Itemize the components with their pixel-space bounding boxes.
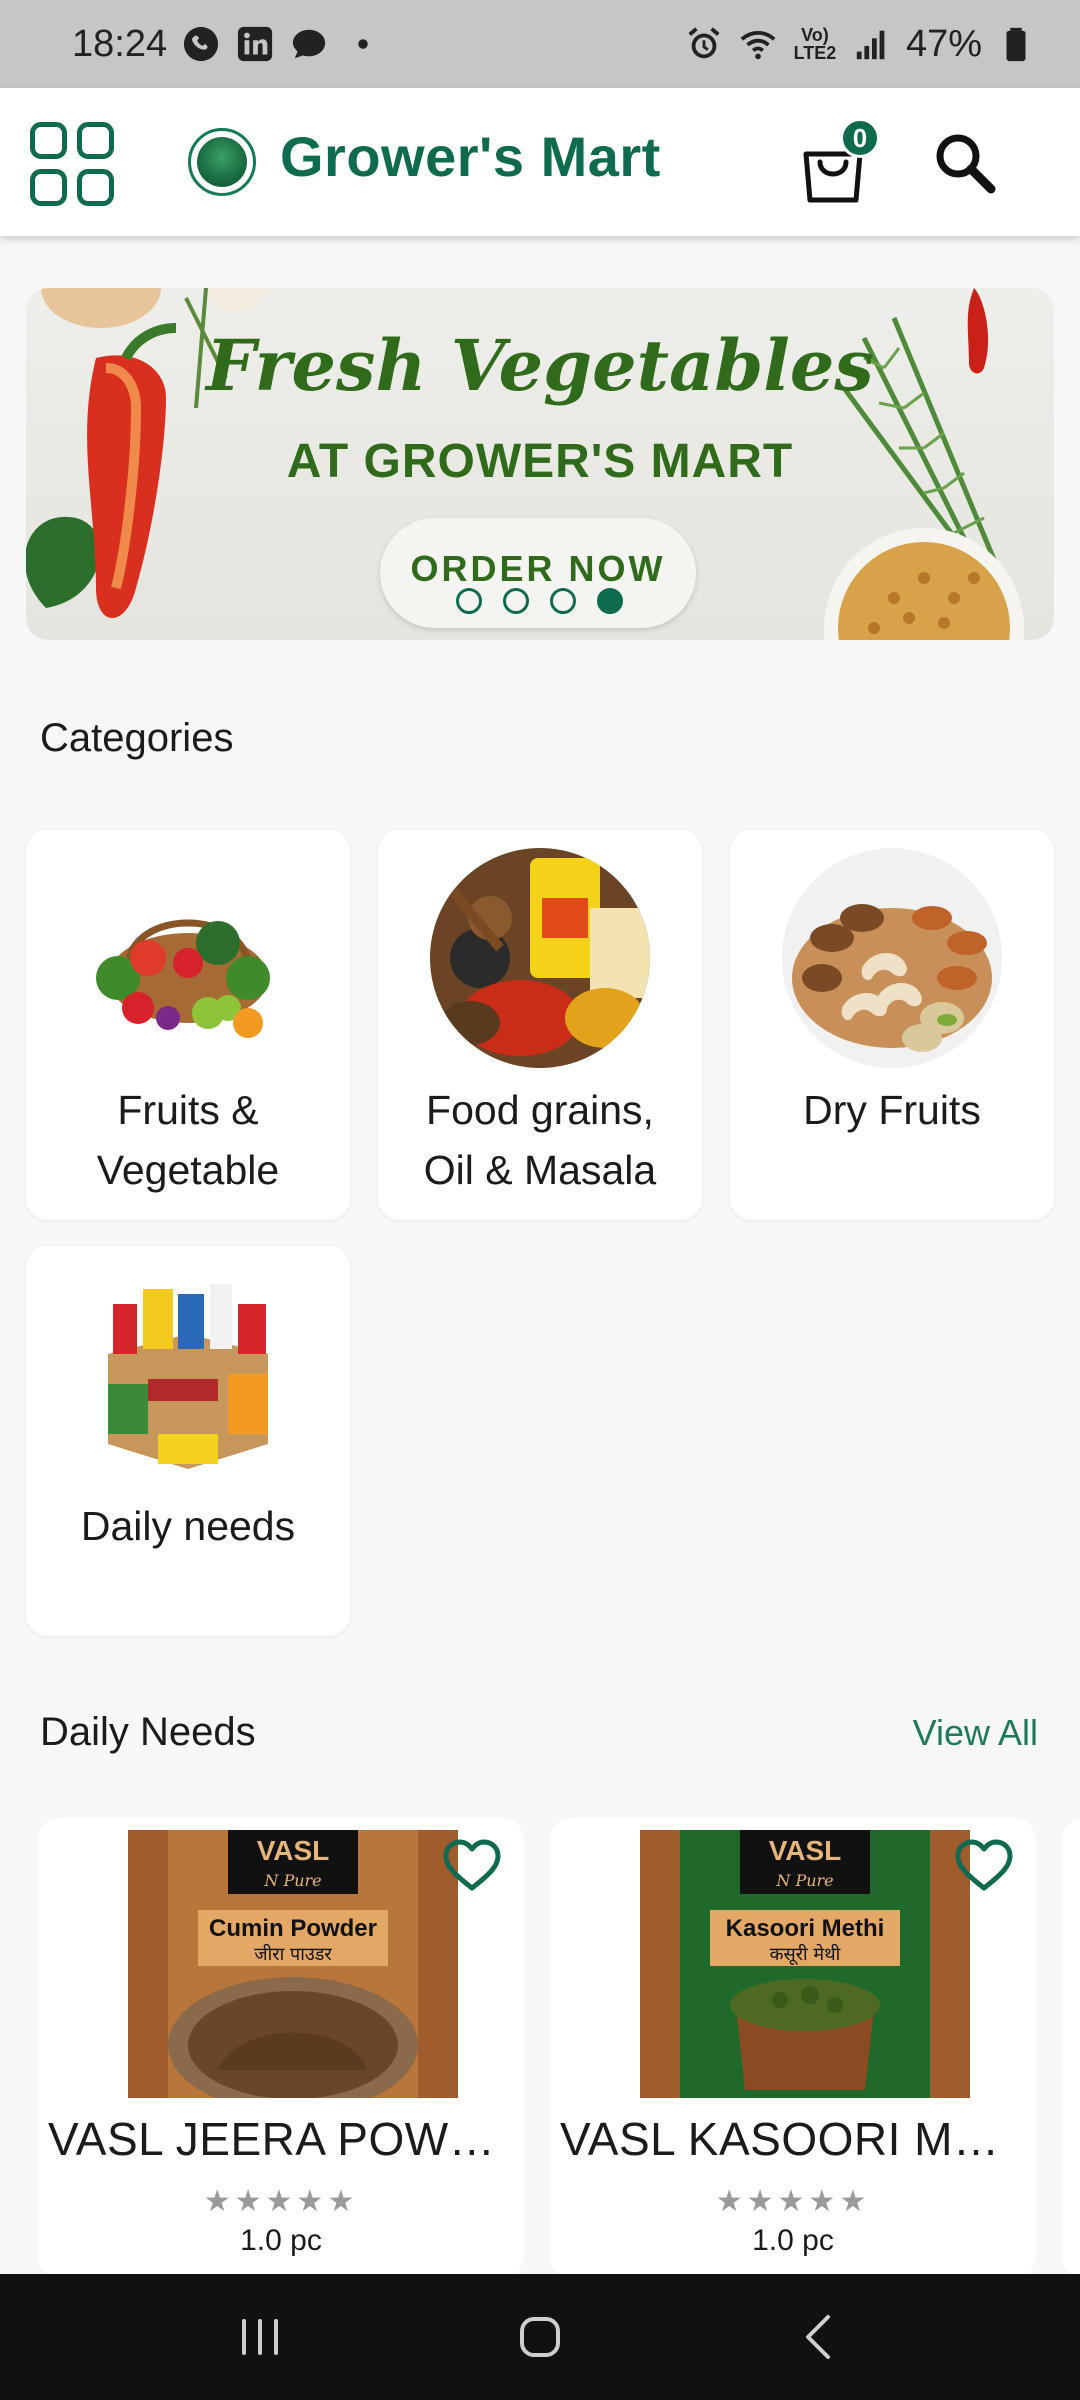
menu-grid-icon[interactable] xyxy=(30,122,114,206)
dry-fruits-image xyxy=(782,848,1002,1068)
category-label: Dry Fruits xyxy=(803,1087,981,1133)
chat-bubble-icon xyxy=(289,24,329,64)
product-quantity: 1.0 pc xyxy=(240,2224,322,2257)
favorite-button[interactable] xyxy=(954,1838,1014,1894)
pack-hindi: जीरा पाउडर xyxy=(254,1943,332,1965)
status-time: 18:24 xyxy=(72,22,168,65)
carousel-dot[interactable] xyxy=(550,588,576,614)
network-type-label: Vo) LTE2 xyxy=(793,25,837,63)
carousel-indicator xyxy=(456,588,623,614)
alarm-icon xyxy=(684,24,724,64)
pack-sub: N Pure xyxy=(775,1871,833,1890)
recent-apps-icon xyxy=(242,2319,278,2355)
daily-needs-heading: Daily Needs xyxy=(40,1710,256,1754)
pack-hindi: कसूरी मेथी xyxy=(770,1943,841,1965)
system-nav-bar xyxy=(0,2274,1080,2400)
fruits-basket-image xyxy=(78,848,298,1068)
battery-icon xyxy=(996,24,1036,64)
pack-title: Kasoori Methi xyxy=(726,1915,885,1942)
cart-count-badge: 0 xyxy=(840,118,880,158)
search-button[interactable] xyxy=(928,126,1000,198)
battery-percent: 47% xyxy=(905,22,982,65)
favorite-button[interactable] xyxy=(442,1838,502,1894)
category-card-food-grains[interactable]: Food grains, Oil & Masala xyxy=(378,830,702,1220)
app-title: Grower's Mart xyxy=(280,125,661,188)
product-card-peek[interactable] xyxy=(1062,1818,1080,2278)
phone-call-icon xyxy=(181,24,221,64)
back-icon xyxy=(806,2315,830,2359)
category-label: Daily needs xyxy=(80,1503,296,1549)
wifi-icon xyxy=(738,24,778,64)
pack-sub: N Pure xyxy=(263,1871,321,1890)
promo-banner[interactable]: Fresh Vegetables AT GROWER'S MART ORDER … xyxy=(26,288,1054,640)
search-icon xyxy=(936,134,996,194)
product-card[interactable]: VASL N Pure Kasoori Methi कसूरी मेथी VAS… xyxy=(550,1818,1036,2278)
heart-outline-icon xyxy=(955,1839,1013,1891)
daily-needs-image xyxy=(78,1264,298,1484)
category-label: Fruits & Vegetable xyxy=(96,1087,280,1193)
product-name: VASL KASOORI METHI xyxy=(560,2113,1030,2165)
recent-apps-button[interactable] xyxy=(215,2302,305,2372)
status-right: Vo) LTE2 47% xyxy=(684,23,1036,66)
notification-dot-icon xyxy=(343,24,383,64)
status-bar: 18:24 Vo) LTE2 47% xyxy=(0,0,1080,88)
product-rating-stars: ★★★★★ xyxy=(203,2185,359,2218)
product-image: VASL N Pure Kasoori Methi कसूरी मेथी xyxy=(640,1830,970,2098)
heart-outline-icon xyxy=(443,1839,501,1891)
back-button[interactable] xyxy=(775,2302,865,2372)
view-all-link[interactable]: View All xyxy=(913,1712,1038,1754)
categories-heading: Categories xyxy=(40,716,234,760)
banner-title: Fresh Vegetables xyxy=(206,324,874,407)
banner-subtitle: AT GROWER'S MART xyxy=(286,435,794,488)
carousel-dot-active[interactable] xyxy=(597,588,623,614)
category-label: Food grains, Oil & Masala xyxy=(423,1087,657,1193)
product-rating-stars: ★★★★★ xyxy=(715,2185,871,2218)
category-card-daily-needs[interactable]: Daily needs xyxy=(26,1246,350,1636)
product-image: VASL N Pure Cumin Powder जीरा पाउडर xyxy=(128,1830,458,2113)
home-button[interactable] xyxy=(495,2302,585,2372)
carousel-dot[interactable] xyxy=(503,588,529,614)
carousel-dot[interactable] xyxy=(456,588,482,614)
category-card-fruits-vegetable[interactable]: Fruits & Vegetable xyxy=(26,830,350,1220)
food-grains-image xyxy=(430,848,650,1068)
pack-brand: VASL xyxy=(257,1835,330,1866)
product-quantity: 1.0 pc xyxy=(752,2224,834,2257)
home-icon xyxy=(520,2317,560,2357)
status-left: 18:24 xyxy=(72,23,383,66)
linkedin-icon xyxy=(235,24,275,64)
signal-strength-icon xyxy=(852,24,892,64)
app-bar: Grower's Mart 0 xyxy=(0,88,1080,236)
product-card[interactable]: VASL N Pure Cumin Powder जीरा पाउडर VASL… xyxy=(38,1818,524,2278)
brand-logo xyxy=(188,128,256,196)
pack-title: Cumin Powder xyxy=(209,1915,377,1942)
category-card-dry-fruits[interactable]: Dry Fruits xyxy=(730,830,1054,1220)
pack-brand: VASL xyxy=(769,1835,842,1866)
product-name: VASL JEERA POWDER xyxy=(48,2113,518,2165)
